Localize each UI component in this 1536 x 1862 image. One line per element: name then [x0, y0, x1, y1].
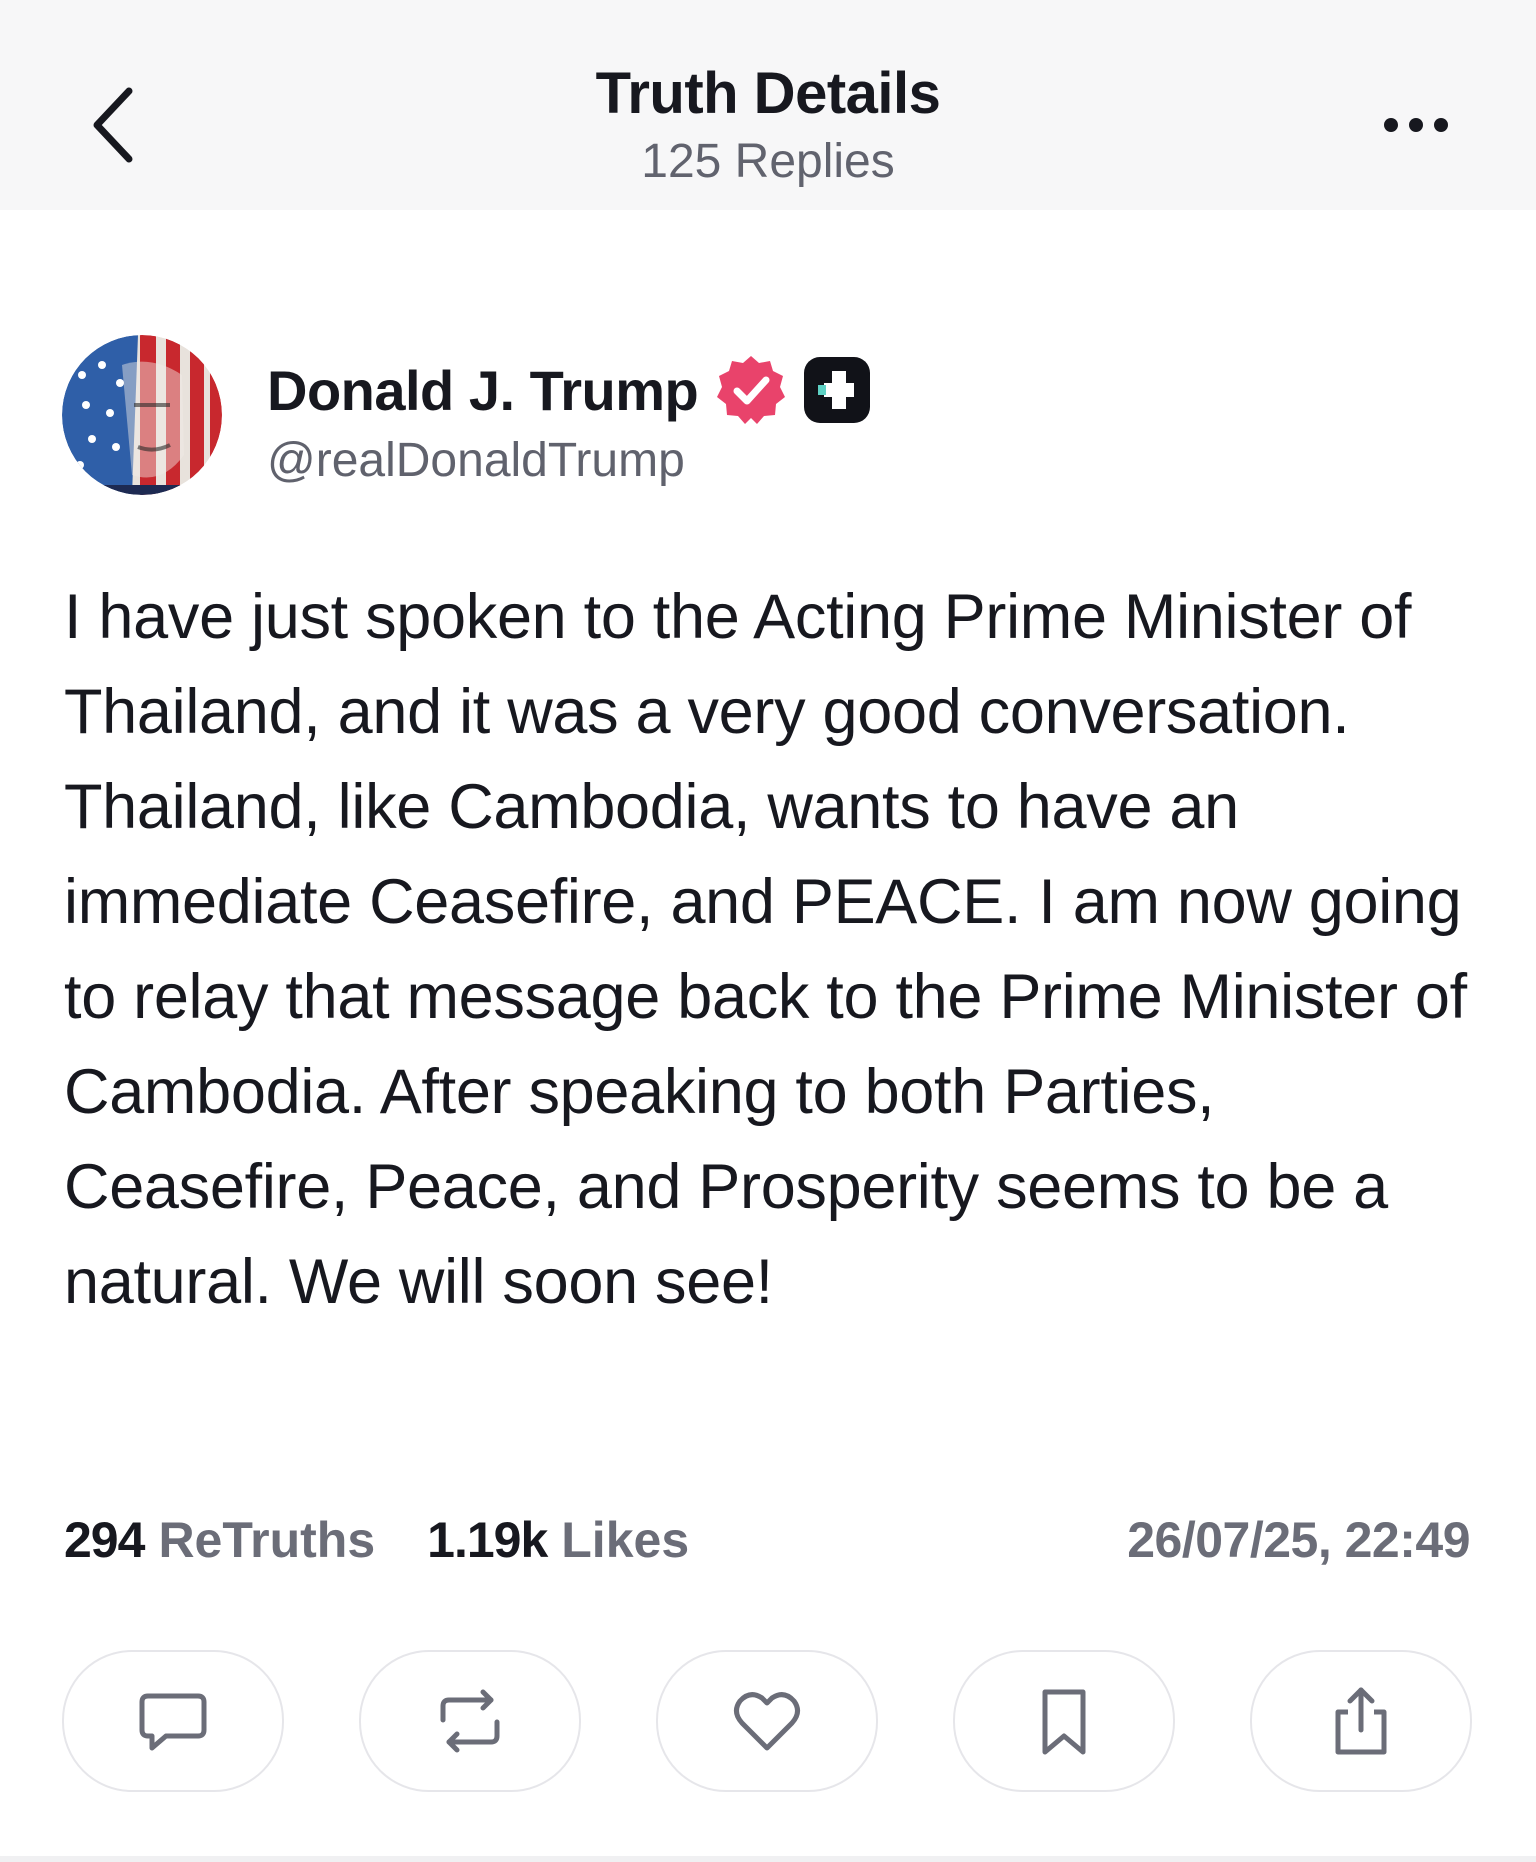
author-name-row[interactable]: Donald J. Trump [267, 350, 872, 430]
bookmark-button[interactable] [953, 1650, 1175, 1792]
post-text: I have just spoken to the Acting Prime M… [64, 582, 1467, 1317]
truth-plus-badge-icon [804, 357, 871, 423]
share-icon [1335, 1687, 1387, 1755]
top-bar: Truth Details 125 Replies [0, 0, 1536, 210]
action-bar [62, 1650, 1472, 1792]
like-button[interactable] [656, 1650, 878, 1792]
retruths-label: ReTruths [158, 1512, 376, 1568]
likes-label: Likes [561, 1512, 690, 1568]
comment-icon [139, 1693, 207, 1751]
bottom-divider [0, 1856, 1536, 1862]
more-horizontal-icon [1384, 118, 1448, 132]
author-name: Donald J. Trump [267, 358, 699, 422]
bookmark-icon [1042, 1689, 1086, 1755]
post-timestamp: 26/07/25, 22:49 [1127, 1512, 1470, 1568]
more-options-button[interactable] [1366, 100, 1466, 150]
retruth-button[interactable] [359, 1650, 581, 1792]
retruth-icon [440, 1689, 500, 1753]
reply-button[interactable] [62, 1650, 284, 1792]
likes-stat[interactable]: 1.19k Likes [427, 1511, 689, 1569]
heart-icon [734, 1692, 800, 1751]
avatar[interactable] [62, 335, 222, 495]
replies-count[interactable]: 125 Replies [0, 134, 1536, 189]
avatar-image [62, 335, 222, 495]
verified-badge-icon [717, 356, 786, 424]
retruths-count: 294 [64, 1512, 145, 1568]
share-button[interactable] [1250, 1650, 1472, 1792]
retruths-stat[interactable]: 294 ReTruths [64, 1511, 375, 1569]
likes-count: 1.19k [427, 1512, 548, 1568]
author-handle[interactable]: @realDonaldTrump [267, 433, 685, 488]
post-stats: 294 ReTruths 1.19k Likes 26/07/25, 22:49 [64, 1505, 1470, 1575]
page-title: Truth Details [595, 61, 941, 126]
